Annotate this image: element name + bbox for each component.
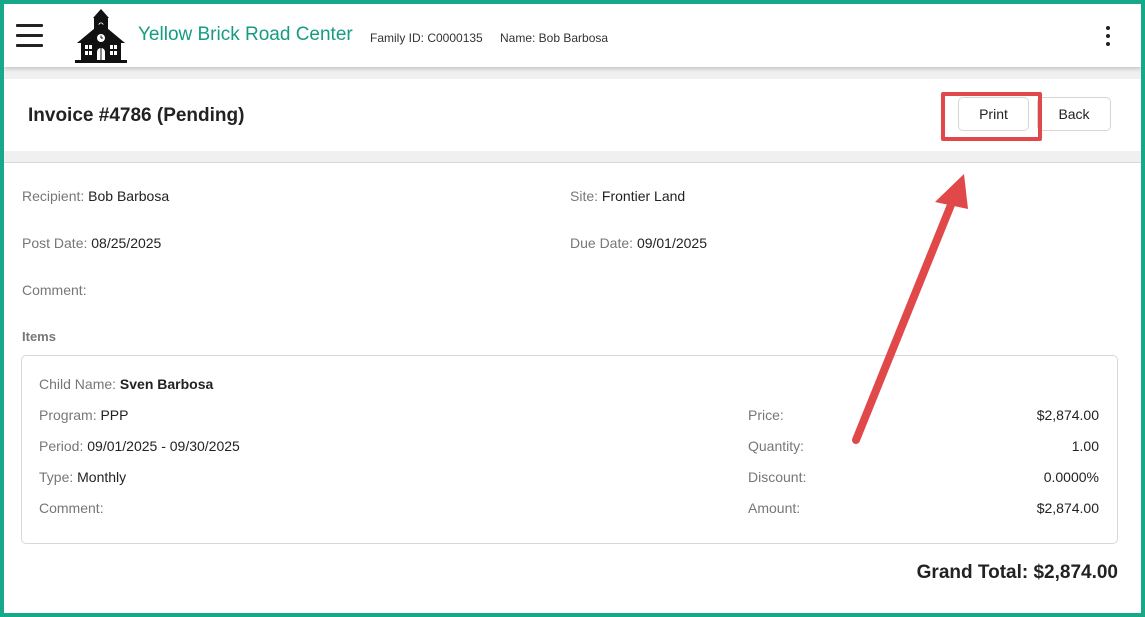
type-field: Type: Monthly <box>39 469 127 485</box>
price-field: Price: <box>748 407 784 423</box>
print-button[interactable]: Print <box>958 97 1029 131</box>
section-divider <box>4 151 1141 163</box>
post-date-value: 08/25/2025 <box>91 235 162 251</box>
brand-name: Yellow Brick Road Center <box>138 24 353 45</box>
discount-label: Discount <box>748 469 803 485</box>
comment-label: Comment <box>22 282 83 298</box>
price-label: Price <box>748 407 780 423</box>
due-date-field: Due Date: 09/01/2025 <box>570 235 708 251</box>
item-comment-label: Comment <box>39 500 100 516</box>
period-value: 09/01/2025 - 09/30/2025 <box>87 438 240 454</box>
kebab-menu-icon[interactable] <box>1102 24 1114 48</box>
period-label: Period <box>39 438 80 454</box>
amount-value: $2,874.00 <box>1036 500 1099 516</box>
type-label: Type <box>39 469 70 485</box>
due-date-value: 09/01/2025 <box>636 235 708 251</box>
items-heading: Items <box>22 329 56 344</box>
program-label: Program <box>39 407 93 423</box>
price-value: $2,874.00 <box>1036 407 1099 423</box>
comment-field: Comment: <box>22 282 87 298</box>
due-date-label: Due Date <box>570 235 630 251</box>
amount-field: Amount: <box>748 500 801 516</box>
top-app-bar: Yellow Brick Road Center Family ID: C000… <box>4 4 1141 67</box>
quantity-field: Quantity: <box>748 438 805 454</box>
family-id: Family ID: C0000135 <box>370 31 483 45</box>
schoolhouse-icon <box>74 7 128 63</box>
recipient-value: Bob Barbosa <box>88 188 170 204</box>
item-comment-field: Comment: <box>39 500 104 516</box>
program-field: Program: PPP <box>39 407 129 423</box>
site-value: Frontier Land <box>601 188 686 204</box>
program-value: PPP <box>100 407 129 423</box>
period-field: Period: 09/01/2025 - 09/30/2025 <box>39 438 240 454</box>
recipient-label: Recipient <box>22 188 81 204</box>
child-name-label: Child Name <box>39 376 113 392</box>
back-button[interactable]: Back <box>1037 97 1111 131</box>
site-field: Site: Frontier Land <box>570 188 686 204</box>
invoice-item-card: Child Name: Sven Barbosa Program: PPP Pe… <box>21 355 1118 544</box>
invoice-title-bar: Invoice #4786 (Pending) Print Back <box>4 79 1141 151</box>
post-date-label: Post Date <box>22 235 84 251</box>
discount-value: 0.0000% <box>1043 469 1099 485</box>
hamburger-menu-icon[interactable] <box>16 24 44 48</box>
amount-label: Amount <box>748 500 797 516</box>
grand-total: Grand Total: $2,874.00 <box>916 562 1118 583</box>
section-divider <box>4 67 1141 79</box>
type-value: Monthly <box>77 469 127 485</box>
quantity-value: 1.00 <box>1071 438 1099 454</box>
child-name-field: Child Name: Sven Barbosa <box>39 376 214 392</box>
child-name-value: Sven Barbosa <box>119 376 214 392</box>
discount-field: Discount: <box>748 469 807 485</box>
quantity-label: Quantity <box>748 438 801 454</box>
post-date-field: Post Date: 08/25/2025 <box>22 235 162 251</box>
invoice-title: Invoice #4786 (Pending) <box>28 105 245 126</box>
site-label: Site <box>570 188 595 204</box>
family-name: Name: Bob Barbosa <box>500 31 609 45</box>
recipient-field: Recipient: Bob Barbosa <box>22 188 170 204</box>
